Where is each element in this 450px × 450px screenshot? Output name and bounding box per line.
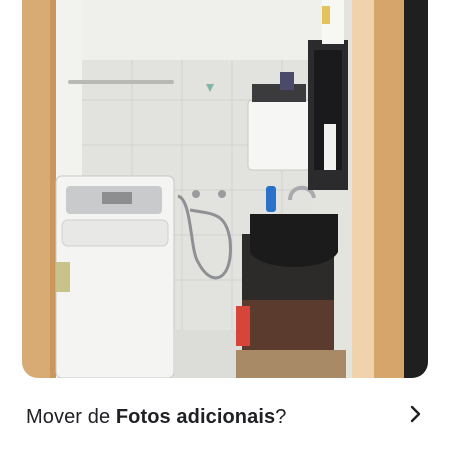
chevron-right-icon[interactable] [406,402,426,426]
photo-card[interactable] [22,0,428,378]
move-prompt-row[interactable]: Mover de Fotos adicionais? [0,398,450,442]
prompt-suffix: ? [275,406,287,428]
prompt-prefix: Mover de [26,406,116,428]
bathroom-photo [22,0,428,378]
album-name: Fotos adicionais [115,406,276,428]
move-prompt-text: Mover de Fotos adicionais? [26,406,286,429]
